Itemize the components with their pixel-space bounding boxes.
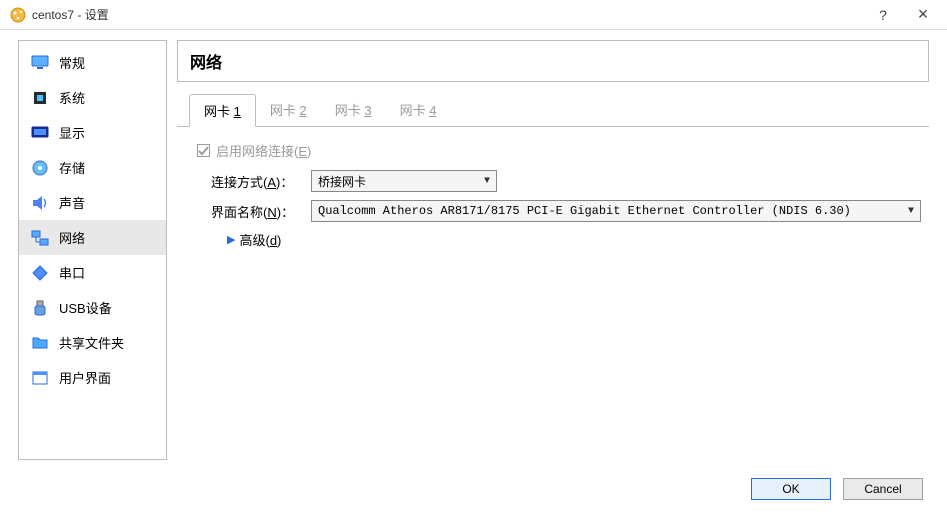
help-button[interactable]: ? bbox=[875, 7, 891, 23]
titlebar: centos7 - 设置 ? × bbox=[0, 0, 947, 30]
network-icon bbox=[31, 229, 49, 247]
interface-name-row: 界面名称(N)： Qualcomm Atheros AR8171/8175 PC… bbox=[197, 200, 921, 222]
sidebar-item-label: 存储 bbox=[59, 158, 85, 177]
cancel-button[interactable]: Cancel bbox=[843, 478, 923, 500]
monitor-icon bbox=[31, 54, 49, 72]
sidebar-item-shared-folders[interactable]: 共享文件夹 bbox=[19, 325, 166, 360]
tab-adapter-1[interactable]: 网卡 1 bbox=[189, 94, 256, 127]
attached-to-value: 桥接网卡 bbox=[318, 173, 366, 190]
ui-icon bbox=[31, 369, 49, 387]
sidebar-item-network[interactable]: 网络 bbox=[19, 220, 166, 255]
attached-to-row: 连接方式(A)： 桥接网卡 ▼ bbox=[197, 170, 921, 192]
tab-adapter-2[interactable]: 网卡 2 bbox=[256, 94, 321, 126]
button-bar: OK Cancel bbox=[751, 478, 923, 500]
tab-adapter-4[interactable]: 网卡 4 bbox=[386, 94, 451, 126]
enable-network-checkbox[interactable] bbox=[197, 144, 210, 157]
sidebar-item-label: 网络 bbox=[59, 228, 85, 247]
chevron-down-icon: ▼ bbox=[902, 206, 914, 217]
window-controls: ? × bbox=[875, 7, 931, 23]
sidebar: 常规 系统 显示 存储 声音 网络 串口 USB设备 bbox=[18, 40, 167, 460]
main-area: 常规 系统 显示 存储 声音 网络 串口 USB设备 bbox=[0, 30, 947, 470]
tab-adapter-3[interactable]: 网卡 3 bbox=[321, 94, 386, 126]
speaker-icon bbox=[31, 194, 49, 212]
sidebar-item-system[interactable]: 系统 bbox=[19, 80, 166, 115]
disk-icon bbox=[31, 159, 49, 177]
sidebar-item-audio[interactable]: 声音 bbox=[19, 185, 166, 220]
advanced-label: 高级(d) bbox=[239, 230, 281, 249]
interface-name-dropdown[interactable]: Qualcomm Atheros AR8171/8175 PCI-E Gigab… bbox=[311, 200, 921, 222]
interface-name-label: 界面名称(N)： bbox=[211, 202, 311, 221]
sidebar-item-ui[interactable]: 用户界面 bbox=[19, 360, 166, 395]
tab-panel: 启用网络连接(E) 连接方式(A)： 桥接网卡 ▼ 界面名称(N)： Qualc… bbox=[177, 127, 929, 460]
close-button[interactable]: × bbox=[915, 7, 931, 23]
app-icon bbox=[10, 7, 26, 23]
page-title: 网络 bbox=[177, 40, 929, 82]
sidebar-item-serial[interactable]: 串口 bbox=[19, 255, 166, 290]
ok-button[interactable]: OK bbox=[751, 478, 831, 500]
sidebar-item-label: 共享文件夹 bbox=[59, 333, 124, 352]
sidebar-item-label: USB设备 bbox=[59, 298, 112, 317]
interface-name-value: Qualcomm Atheros AR8171/8175 PCI-E Gigab… bbox=[318, 204, 851, 218]
attached-to-dropdown[interactable]: 桥接网卡 ▼ bbox=[311, 170, 497, 192]
tab-bar: 网卡 1 网卡 2 网卡 3 网卡 4 bbox=[177, 94, 929, 127]
triangle-right-icon: ▶ bbox=[227, 233, 235, 246]
serial-icon bbox=[31, 264, 49, 282]
sidebar-item-label: 用户界面 bbox=[59, 368, 111, 387]
content-panel: 网络 网卡 1 网卡 2 网卡 3 网卡 4 启用网络连接(E) 连接方式(A)… bbox=[177, 40, 929, 460]
sidebar-item-label: 串口 bbox=[59, 263, 85, 282]
display-icon bbox=[31, 124, 49, 142]
enable-network-label: 启用网络连接(E) bbox=[216, 141, 311, 160]
chevron-down-icon: ▼ bbox=[478, 176, 490, 187]
sidebar-item-usb[interactable]: USB设备 bbox=[19, 290, 166, 325]
sidebar-item-label: 显示 bbox=[59, 123, 85, 142]
sidebar-item-storage[interactable]: 存储 bbox=[19, 150, 166, 185]
window-title: centos7 - 设置 bbox=[32, 6, 875, 23]
folder-icon bbox=[31, 334, 49, 352]
advanced-toggle[interactable]: ▶ 高级(d) bbox=[197, 230, 921, 249]
sidebar-item-label: 系统 bbox=[59, 88, 85, 107]
sidebar-item-general[interactable]: 常规 bbox=[19, 45, 166, 80]
enable-network-row: 启用网络连接(E) bbox=[197, 141, 921, 160]
chip-icon bbox=[31, 89, 49, 107]
attached-to-label: 连接方式(A)： bbox=[211, 172, 311, 191]
sidebar-item-label: 常规 bbox=[59, 53, 85, 72]
sidebar-item-label: 声音 bbox=[59, 193, 85, 212]
sidebar-item-display[interactable]: 显示 bbox=[19, 115, 166, 150]
usb-icon bbox=[31, 299, 49, 317]
